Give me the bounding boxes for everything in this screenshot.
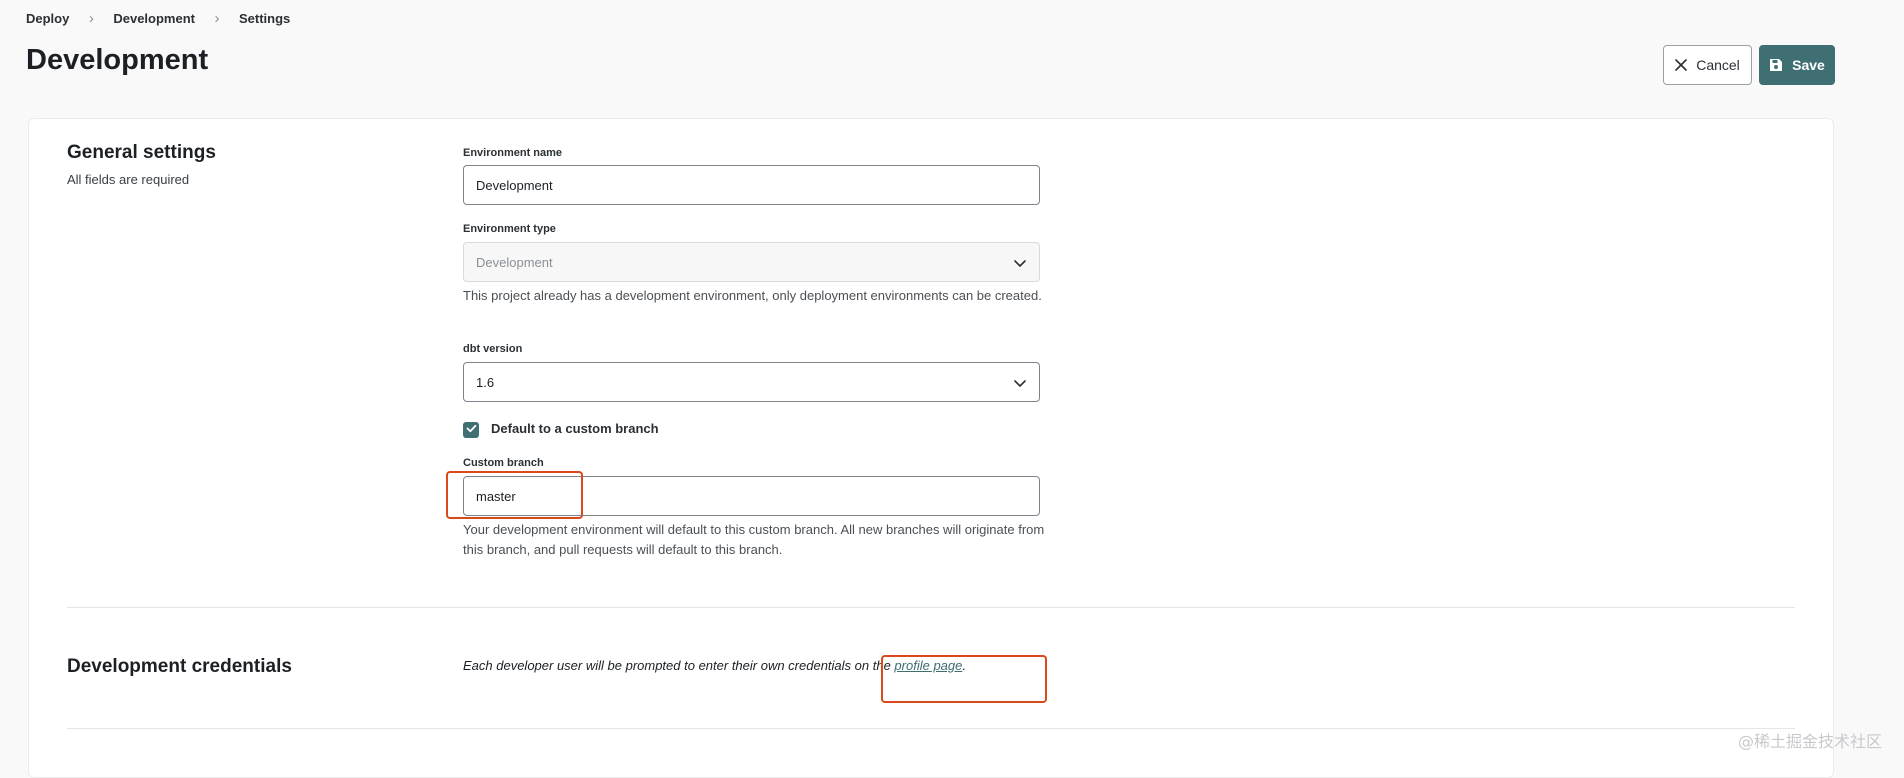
credentials-text: Each developer user will be prompted to … bbox=[463, 658, 895, 673]
custom-branch-help: Your development environment will defaul… bbox=[463, 522, 1045, 557]
page-title: Development bbox=[26, 44, 209, 76]
dbt-version-select[interactable]: 1.6 bbox=[463, 362, 1040, 402]
highlight-box-custom-branch bbox=[446, 471, 583, 519]
environment-name-value: Development bbox=[476, 177, 553, 193]
general-settings-title: General settings bbox=[67, 142, 216, 163]
highlight-box-profile-link bbox=[881, 655, 1047, 703]
chevron-down-icon bbox=[1013, 376, 1027, 393]
environment-name-input[interactable]: Development bbox=[463, 165, 1040, 205]
custom-branch-checkbox-label[interactable]: Default to a custom branch bbox=[491, 421, 659, 436]
environment-type-value: Development bbox=[476, 254, 553, 270]
save-button-label: Save bbox=[1792, 57, 1825, 73]
chevron-right-icon: › bbox=[88, 10, 94, 27]
environment-name-label: Environment name bbox=[463, 147, 563, 159]
dbt-version-value: 1.6 bbox=[476, 374, 495, 390]
section-divider bbox=[67, 728, 1795, 729]
environment-type-help: This project already has a development e… bbox=[463, 288, 1042, 303]
close-icon bbox=[1675, 59, 1688, 71]
breadcrumb-item-deploy[interactable]: Deploy bbox=[26, 11, 69, 26]
section-divider bbox=[67, 607, 1795, 608]
custom-branch-checkbox[interactable] bbox=[463, 422, 479, 438]
floppy-disk-icon bbox=[1769, 58, 1783, 72]
cancel-button[interactable]: Cancel bbox=[1663, 45, 1752, 85]
checkmark-icon bbox=[466, 421, 477, 439]
custom-branch-label: Custom branch bbox=[463, 457, 544, 469]
environment-type-select: Development bbox=[463, 242, 1040, 282]
general-settings-subtitle: All fields are required bbox=[67, 172, 190, 187]
breadcrumb-item-settings: Settings bbox=[238, 11, 291, 26]
environment-type-label: Environment type bbox=[463, 223, 556, 235]
breadcrumb: Deploy › Development › Settings bbox=[26, 10, 290, 27]
breadcrumb-item-development[interactable]: Development bbox=[113, 11, 195, 26]
watermark: @稀土掘金技术社区 bbox=[1738, 732, 1883, 751]
chevron-down-icon bbox=[1013, 256, 1027, 273]
chevron-right-icon: › bbox=[214, 10, 220, 27]
development-credentials-title: Development credentials bbox=[67, 656, 292, 677]
cancel-button-label: Cancel bbox=[1696, 57, 1740, 73]
dbt-version-label: dbt version bbox=[463, 343, 523, 355]
save-button[interactable]: Save bbox=[1759, 45, 1835, 85]
